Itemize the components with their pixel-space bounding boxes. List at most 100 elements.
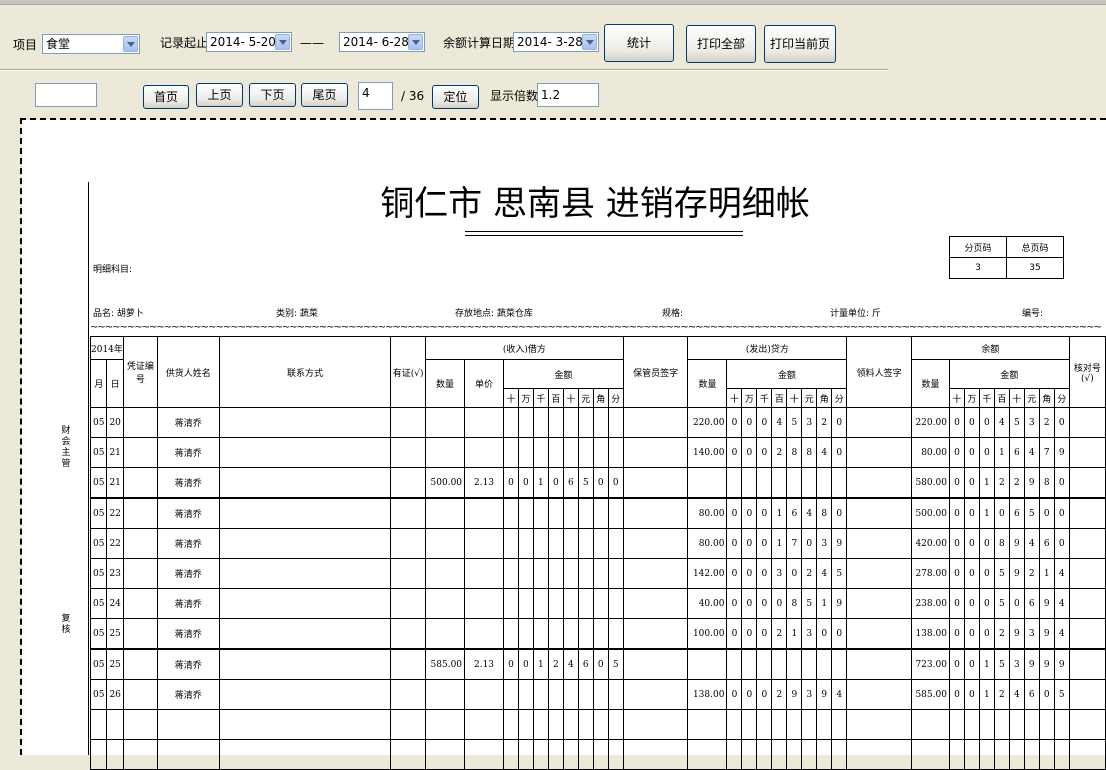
print-current-page-button[interactable]: 打印当前页 [764, 25, 836, 63]
locate-button[interactable]: 定位 [432, 85, 479, 109]
voucher-cell [122, 528, 158, 559]
search-input[interactable] [35, 83, 97, 107]
balance-amount-digit: 4 [1053, 618, 1070, 650]
voucher-cell [122, 648, 158, 680]
in-price-cell [464, 709, 504, 740]
balance-amount-digit: 8 [993, 528, 1010, 559]
out-amount-digit [786, 709, 803, 740]
balance-amount-digit: 0 [948, 407, 965, 438]
in-amount-digit [547, 558, 564, 589]
zoom-input[interactable]: 1.2 [537, 83, 599, 107]
day-cell: 21 [106, 437, 124, 468]
next-page-button[interactable]: 下页 [249, 83, 296, 107]
balance-amount-digit: 5 [1008, 407, 1025, 438]
out-amount-digit: 0 [726, 407, 743, 438]
out-amount-digit [831, 467, 848, 499]
ledger-row: 05 22 蒋清乔 80.00 0 0 0 1 6 4 8 0 500.00 0 0 1 0 6 5 0 0 [89, 497, 1106, 529]
balance-amount-digit: 0 [963, 648, 980, 680]
ledger-row: 05 21 蒋清乔 500.00 2.13 0 0 1 0 6 5 0 0 580.00 0 0 1 2 2 9 8 0 [89, 467, 1106, 499]
out-amount-digit: 4 [771, 407, 788, 438]
out-amount-digit [786, 648, 803, 680]
in-qty-cell: 585.00 [425, 648, 466, 680]
balance-qty-cell: 723.00 [910, 648, 950, 680]
balance-amount-digit: 0 [978, 437, 995, 468]
balance-amount-digit: 0 [963, 588, 980, 619]
in-amount-digit: 5 [607, 648, 624, 680]
balance-amount-digit [963, 709, 980, 740]
print-all-button[interactable]: 打印全部 [686, 25, 756, 63]
in-amount-digit [532, 679, 549, 710]
in-amount-digit [577, 679, 594, 710]
chevron-down-icon[interactable] [582, 34, 597, 50]
balance-amount-digit: 0 [963, 437, 980, 468]
check-cell [1068, 407, 1106, 438]
out-amount-digit: 0 [756, 437, 773, 468]
chevron-down-icon[interactable] [123, 36, 138, 52]
balance-qty-cell: 220.00 [910, 407, 950, 438]
in-price-cell [464, 528, 504, 559]
date-from-value: 2014- 5-20 [210, 35, 276, 49]
total-page-value: 35 [1006, 257, 1064, 279]
in-amount-digit [577, 528, 594, 559]
balance-qty-cell: 238.00 [910, 588, 950, 619]
balance-amount-digit: 2 [993, 679, 1010, 710]
out-amount-digit: 7 [786, 528, 803, 559]
out-amount-digit: 0 [741, 497, 758, 529]
in-amount-digit [577, 437, 594, 468]
first-page-button[interactable]: 首页 [143, 85, 189, 109]
out-qty-cell: 220.00 [687, 407, 728, 438]
keeper-signature-cell [622, 709, 689, 740]
page-number-input[interactable]: 4 [358, 82, 393, 110]
prev-page-button[interactable]: 上页 [196, 83, 243, 107]
receiver-signature-cell [846, 437, 912, 468]
balance-amount-digit: 0 [948, 467, 965, 499]
in-price-cell [464, 588, 504, 619]
out-amount-digit: 0 [756, 497, 773, 529]
in-amount-digit [562, 558, 579, 589]
amount-digit-header: 十 [948, 388, 965, 408]
balance-amount-digit [948, 709, 965, 740]
balance-amount-digit: 0 [1053, 407, 1070, 438]
balance-date-picker[interactable]: 2014- 3-28 [513, 32, 599, 52]
in-amount-digit [532, 497, 549, 529]
date-from-picker[interactable]: 2014- 5-20 [206, 32, 292, 52]
project-select[interactable]: 食堂 [42, 34, 140, 54]
check-cell [1068, 648, 1106, 680]
supplier-cell: 蒋清乔 [156, 407, 220, 438]
in-qty-cell [425, 437, 466, 468]
chevron-down-icon[interactable] [275, 34, 290, 50]
last-page-button[interactable]: 尾页 [301, 83, 348, 107]
keeper-signature-cell [622, 558, 689, 589]
in-amount-digit [502, 679, 519, 710]
balance-amount-digit: 5 [993, 648, 1010, 680]
in-price-cell [464, 679, 504, 710]
balance-amount-digit [993, 709, 1010, 740]
sub-page-label: 分页码 [949, 236, 1007, 258]
stats-button[interactable]: 统计 [604, 24, 674, 62]
month-cell: 05 [89, 528, 108, 559]
in-amount-digit [547, 437, 564, 468]
out-amount-digit: 5 [831, 558, 848, 589]
in-amount-digit [562, 497, 579, 529]
balance-amount-digit: 6 [1008, 497, 1025, 529]
balance-amount-digit: 3 [1008, 648, 1025, 680]
out-amount-digit: 1 [771, 497, 788, 529]
balance-qty-cell: 278.00 [910, 558, 950, 589]
out-amount-digit: 0 [726, 497, 743, 529]
month-cell: 05 [89, 618, 108, 650]
in-amount-digit [577, 618, 594, 650]
out-amount-digit: 0 [831, 437, 848, 468]
ledger-row: 05 26 蒋清乔 138.00 0 0 0 2 9 3 9 4 585.00 0 0 1 2 4 6 0 5 [89, 679, 1106, 710]
day-cell [106, 709, 124, 740]
balance-amount-digit: 0 [948, 497, 965, 529]
in-amount-digit [547, 679, 564, 710]
chevron-down-icon[interactable] [408, 34, 423, 50]
date-to-picker[interactable]: 2014- 6-28 [339, 32, 425, 52]
in-amount-digit [562, 407, 579, 438]
category: 类别: 蔬菜 [276, 309, 318, 319]
sub-page-value: 3 [949, 257, 1007, 279]
in-amount-digit [577, 709, 594, 740]
day-cell: 25 [106, 648, 124, 680]
in-amount-digit: 0 [592, 467, 609, 499]
out-amount-digit [816, 648, 833, 680]
